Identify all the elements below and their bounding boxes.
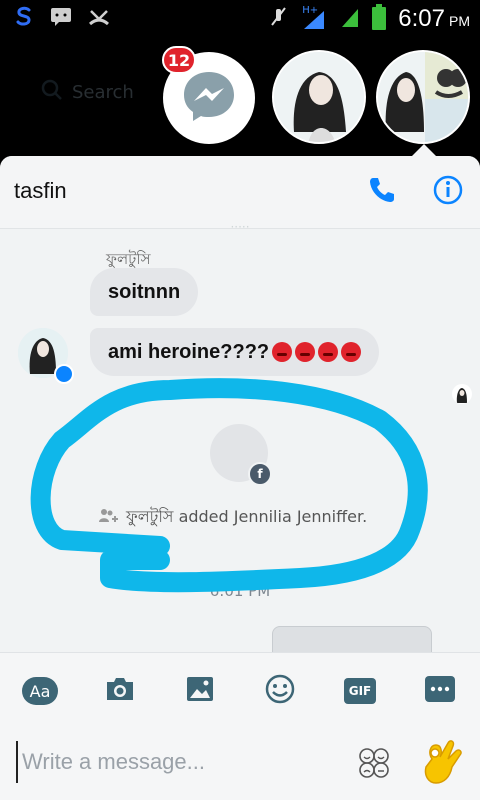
- conversation-title[interactable]: tasfin: [14, 178, 67, 204]
- search-icon: [40, 78, 64, 107]
- camera-button[interactable]: [100, 671, 140, 711]
- timestamp: 6:01 PM: [209, 582, 271, 600]
- emoji-selector-button[interactable]: [356, 745, 392, 781]
- angry-emoji: [272, 342, 293, 362]
- gif-button[interactable]: GIF: [340, 671, 380, 711]
- chat-head-group-avatar[interactable]: [376, 50, 470, 144]
- message-input-row: [0, 735, 480, 795]
- camera-icon: [104, 675, 136, 707]
- image-icon: [185, 675, 215, 707]
- call-button[interactable]: [364, 174, 400, 210]
- angry-emoji: [341, 342, 362, 362]
- chat-panel: tasfin ····· ফুলটুসি soitnnn ami heroine…: [0, 156, 480, 800]
- info-button[interactable]: [430, 174, 466, 210]
- info-icon: [432, 174, 464, 210]
- gallery-button[interactable]: [180, 671, 220, 711]
- signal-icon: [340, 6, 360, 32]
- chat-head-pointer: [412, 144, 436, 156]
- messenger-icon: [179, 66, 239, 130]
- status-bar: H+ 6:07 PM: [0, 0, 480, 36]
- conversation-header: tasfin: [0, 156, 480, 229]
- clock: 6:07 PM: [398, 5, 470, 32]
- chat-head-avatar-1[interactable]: [272, 50, 366, 144]
- emoji-icon: [264, 673, 296, 709]
- timestamp-partial: ·····: [230, 220, 250, 234]
- ok-hand-emoji-button[interactable]: [418, 737, 464, 785]
- message-text: soitnnn: [108, 280, 181, 303]
- battery-icon: [372, 4, 387, 34]
- network-indicator: H+: [300, 5, 328, 31]
- composer-toolbar: Aa GIF: [0, 671, 480, 711]
- search-bar-faded[interactable]: Search: [40, 78, 134, 107]
- text-style-button[interactable]: Aa: [20, 671, 60, 711]
- composer: Aa GIF: [0, 652, 480, 800]
- system-event-text: ফুলটুসি added Jennilia Jenniffer.: [126, 507, 368, 526]
- search-placeholder: Search: [72, 82, 134, 103]
- sticker-button[interactable]: [260, 671, 300, 711]
- more-options-button[interactable]: [420, 671, 460, 711]
- angry-emoji: [295, 342, 316, 362]
- gif-icon: GIF: [344, 678, 376, 704]
- message-bubble[interactable]: soitnnn: [90, 268, 199, 316]
- aa-icon: Aa: [22, 677, 58, 705]
- message-input[interactable]: [16, 741, 344, 783]
- missed-call-icon: [88, 7, 110, 31]
- message-text: ami heroine????: [108, 340, 270, 363]
- seen-indicator-avatar: [452, 384, 472, 404]
- unread-count-badge: 12: [162, 46, 196, 74]
- mute-icon: [268, 6, 288, 32]
- system-event: ফুলটুসি added Jennilia Jenniffer.: [98, 504, 367, 531]
- skype-icon: [14, 6, 34, 32]
- message-bubble[interactable]: ami heroine????: [90, 328, 380, 376]
- messenger-badge-icon: [54, 364, 74, 384]
- angry-emoji: [318, 342, 339, 362]
- more-icon: [424, 675, 456, 707]
- phone-icon: [367, 175, 397, 209]
- chat-notification-icon: [50, 7, 72, 31]
- facebook-icon: f: [248, 462, 272, 486]
- add-person-icon: [98, 507, 120, 529]
